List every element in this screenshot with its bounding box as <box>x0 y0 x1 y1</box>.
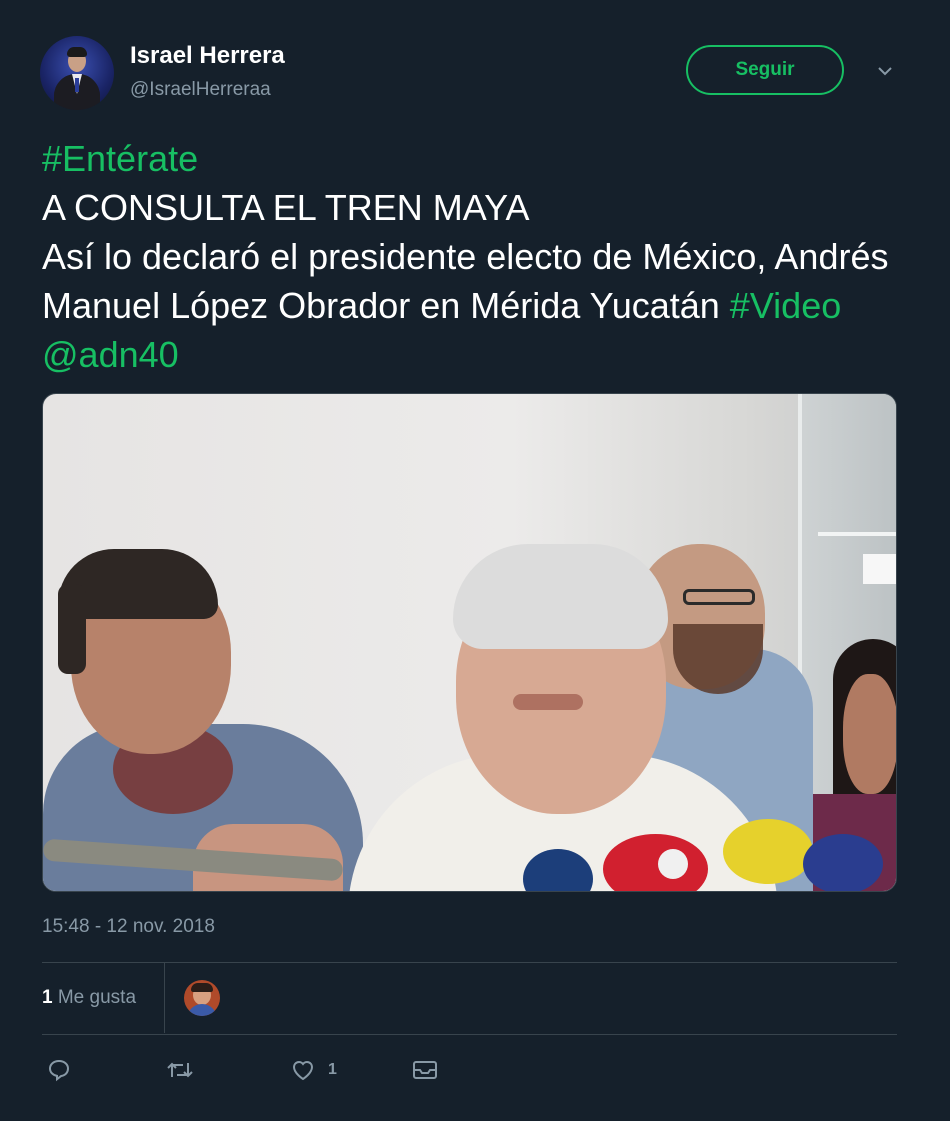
chevron-down-icon[interactable] <box>878 64 892 78</box>
likes-count[interactable]: 1 Me gusta <box>42 987 136 1009</box>
heart-icon <box>292 1061 314 1081</box>
reply-icon <box>48 1059 70 1082</box>
tweet-timestamp[interactable]: 15:48 - 12 nov. 2018 <box>42 916 215 938</box>
retweet-icon <box>167 1062 193 1078</box>
user-handle[interactable]: @IsraelHerreraa <box>130 79 271 101</box>
likes-number: 1 <box>42 987 53 1008</box>
tweet-text: #Entérate A CONSULTA EL TREN MAYA Así lo… <box>42 134 902 379</box>
hashtag-link[interactable]: #Entérate <box>42 138 198 179</box>
user-avatar[interactable] <box>40 36 114 110</box>
user-name[interactable]: Israel Herrera <box>130 42 285 70</box>
like-count: 1 <box>328 1061 337 1078</box>
liker-avatar[interactable] <box>184 980 220 1016</box>
like-button[interactable]: 1 <box>290 1057 337 1083</box>
retweet-button[interactable] <box>166 1057 194 1083</box>
likes-label: Me gusta <box>57 987 137 1008</box>
reply-button[interactable] <box>47 1057 71 1083</box>
direct-message-button[interactable] <box>412 1057 438 1083</box>
divider <box>42 1034 897 1035</box>
tweet-headline: A CONSULTA EL TREN MAYA <box>42 187 530 228</box>
envelope-icon <box>413 1061 437 1079</box>
divider <box>42 962 897 963</box>
mention-link[interactable]: @adn40 <box>42 334 179 375</box>
tweet-video[interactable] <box>42 393 897 892</box>
hashtag-link[interactable]: #Video <box>730 285 841 326</box>
follow-button[interactable]: Seguir <box>686 45 844 95</box>
vertical-divider <box>164 963 165 1033</box>
